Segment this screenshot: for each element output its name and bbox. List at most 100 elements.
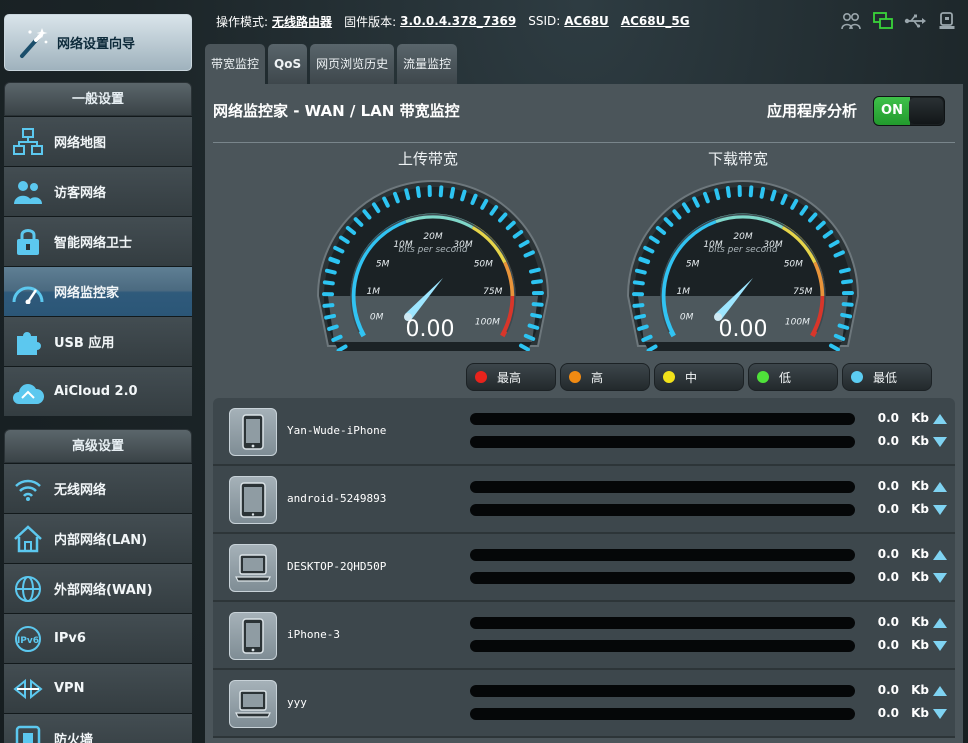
upload-bar [470, 413, 855, 425]
download-rate: 0.0 [877, 434, 899, 448]
advanced-item-label: 防火墙 [54, 733, 94, 743]
app-analysis-toggle[interactable]: ON [873, 96, 945, 126]
internet-status-icon[interactable] [872, 10, 894, 32]
magic-wand-icon [13, 23, 53, 63]
operation-mode-link[interactable]: 无线路由器 [272, 13, 332, 30]
upload-bar [470, 685, 855, 697]
advanced-item-label: 外部网络(WAN) [54, 583, 153, 598]
legend-lowest: 最低 [842, 363, 932, 391]
general-item-5[interactable]: AiCloud 2.0 [4, 366, 192, 416]
page-title: 网络监控家 - WAN / LAN 带宽监控 [213, 102, 460, 120]
download-bar [470, 436, 855, 448]
advanced-item-3[interactable]: IPv6 IPv6 [4, 613, 192, 663]
guest-network-icon [12, 176, 44, 208]
advanced-settings-section: 高级设置 无线网络内部网络(LAN) 外部网络(WAN) IPv6 IPv6 VPN 防火… [4, 429, 192, 743]
advanced-item-1[interactable]: 内部网络(LAN) [4, 513, 192, 563]
advanced-settings-header: 高级设置 [4, 429, 192, 463]
traffic-monitor-icon [12, 276, 44, 308]
printer-status-icon[interactable] [936, 10, 958, 32]
ssid-5g-link[interactable]: AC68U_5G [621, 14, 690, 28]
device-row[interactable]: android-5249893 0.0 0.0 Kb Kb [213, 466, 955, 534]
wizard-label: 网络设置向导 [57, 37, 136, 52]
upload-unit: Kb [911, 615, 929, 629]
general-item-4[interactable]: USB 应用 [4, 316, 192, 366]
device-row[interactable]: DESKTOP-2QHD50P 0.0 0.0 Kb Kb [213, 534, 955, 602]
gauge-unit-label: bits per second [398, 245, 467, 255]
device-name: android-5249893 [287, 492, 387, 505]
laptop-icon[interactable] [229, 544, 277, 592]
tab-web-history[interactable]: 网页浏览历史 [310, 44, 395, 84]
firewall-icon [12, 723, 44, 743]
legend-high-label: 高 [591, 370, 604, 385]
usb-app-icon [12, 326, 44, 358]
download-rate: 0.0 [877, 570, 899, 584]
main-panel: 网络监控家 - WAN / LAN 带宽监控 应用程序分析 ON 上传带宽 下载… [205, 84, 963, 743]
gauge-tick-label: 0M [680, 313, 694, 323]
phone-icon[interactable] [229, 612, 277, 660]
upload-unit: Kb [911, 683, 929, 697]
general-item-1[interactable]: 访客网络 [4, 166, 192, 216]
upload-bandwidth-label: 上传带宽 [398, 150, 459, 168]
upload-unit: Kb [911, 411, 929, 425]
download-rate: 0.0 [877, 502, 899, 516]
ipv6-icon: IPv6 [12, 623, 44, 655]
phone-icon[interactable] [229, 408, 277, 456]
upload-arrow-icon [933, 550, 947, 560]
top-status-icons [840, 10, 958, 32]
advanced-item-label: 内部网络(LAN) [54, 533, 148, 548]
aiprotection-icon [12, 226, 44, 258]
advanced-item-2[interactable]: 外部网络(WAN) [4, 563, 192, 613]
laptop-icon[interactable] [229, 680, 277, 728]
legend-medium-label: 中 [685, 370, 698, 385]
download-unit: Kb [911, 706, 929, 720]
general-item-0[interactable]: 网络地图 [4, 116, 192, 166]
device-row[interactable]: Yan-Wude-iPhone 0.0 0.0 Kb Kb [213, 398, 955, 466]
advanced-item-5[interactable]: 防火墙 [4, 713, 192, 743]
download-bandwidth-label: 下载带宽 [708, 150, 769, 168]
upload-rate: 0.0 [877, 479, 899, 493]
upload-unit: Kb [911, 479, 929, 493]
device-name: Yan-Wude-iPhone [287, 424, 387, 437]
gauge-unit-label: bits per second [708, 245, 777, 255]
download-unit: Kb [911, 638, 929, 652]
tab-qos[interactable]: QoS [268, 44, 308, 84]
tab-bandwidth-monitor[interactable]: 带宽监控 [205, 44, 266, 84]
general-item-2[interactable]: 智能网络卫士 [4, 216, 192, 266]
usb-status-icon[interactable] [904, 10, 926, 32]
toggle-on-label: ON [874, 97, 910, 125]
firmware-version-link[interactable]: 3.0.0.4.378_7369 [400, 14, 516, 28]
sidebar: 网络设置向导 一般设置 网络地图访客网络 智能网络卫士 网络监控家 USB 应用 AiC… [0, 0, 196, 743]
download-arrow-icon [933, 505, 947, 515]
upload-rate: 0.0 [877, 683, 899, 697]
advanced-item-4[interactable]: VPN [4, 663, 192, 713]
gauge-tick-label: 1M [366, 287, 380, 297]
ssid-24g-link[interactable]: AC68U [564, 14, 609, 28]
upload-rate: 0.0 [877, 615, 899, 629]
upload-bar [470, 481, 855, 493]
device-row[interactable]: yyy 0.0 0.0 Kb Kb [213, 670, 955, 738]
device-name: DESKTOP-2QHD50P [287, 560, 387, 573]
general-settings-header: 一般设置 [4, 82, 192, 116]
ssid-label: SSID: [528, 14, 561, 28]
firmware-label: 固件版本: [344, 14, 397, 29]
upload-bar [470, 549, 855, 561]
app-analysis-label: 应用程序分析 [766, 102, 857, 120]
device-name: yyy [287, 696, 307, 709]
gauge-tick-label: 5M [376, 259, 390, 269]
download-unit: Kb [911, 570, 929, 584]
general-item-3[interactable]: 网络监控家 [4, 266, 192, 316]
network-setup-wizard-button[interactable]: 网络设置向导 [4, 14, 192, 71]
legend-highest-label: 最高 [497, 370, 522, 385]
legend-low: 低 [748, 363, 838, 391]
general-item-label: 网络地图 [54, 136, 107, 151]
clients-icon[interactable] [840, 10, 862, 32]
general-item-label: AiCloud 2.0 [54, 384, 138, 399]
tab-traffic-monitor[interactable]: 流量监控 [397, 44, 458, 84]
upload-arrow-icon [933, 686, 947, 696]
upload-bar [470, 617, 855, 629]
gauge-tick-label: 50M [474, 259, 493, 269]
tablet-icon[interactable] [229, 476, 277, 524]
advanced-item-0[interactable]: 无线网络 [4, 463, 192, 513]
download-rate: 0.0 [877, 638, 899, 652]
device-row[interactable]: iPhone-3 0.0 0.0 Kb Kb [213, 602, 955, 670]
